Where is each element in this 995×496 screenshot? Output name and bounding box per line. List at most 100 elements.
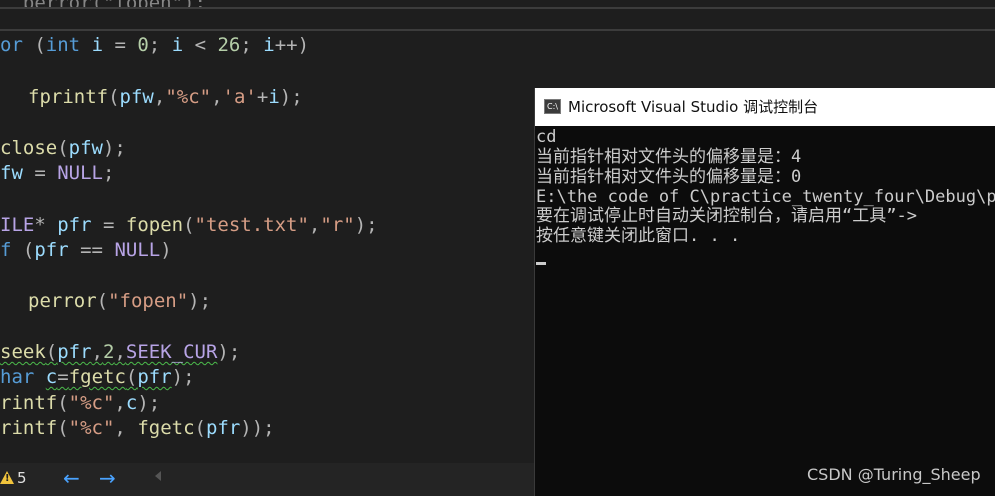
code-token: ; [148, 34, 172, 56]
code-token: ILE [0, 214, 35, 236]
warning-count[interactable]: 5 [17, 469, 27, 487]
code-line-9[interactable]: har c=fgetc(pfr); [0, 366, 195, 388]
code-token: == [68, 239, 115, 261]
code-token: pfr [34, 239, 69, 261]
code-token: i [91, 34, 104, 56]
code-token: < [183, 34, 218, 56]
code-token: "test.txt" [194, 214, 309, 236]
code-token: fw [0, 162, 23, 184]
code-token: ); [354, 214, 378, 236]
code-token: close [0, 137, 58, 159]
code-token: or [0, 34, 23, 56]
code-line-3[interactable]: close(pfw); [0, 137, 126, 159]
code-token: ; [102, 162, 115, 184]
code-token: ( [194, 417, 206, 439]
code-token: = [103, 34, 138, 56]
code-token: ); [217, 341, 241, 363]
code-token: perror [28, 290, 97, 312]
console-output-line-6: 按任意键关闭此窗口. . . [536, 226, 741, 246]
code-token: NULL [114, 239, 161, 261]
code-token: NULL [57, 162, 103, 184]
code-token: ( [11, 239, 35, 261]
code-token: f [0, 239, 12, 261]
code-line-5[interactable]: ILE* pfr = fopen("test.txt","r"); [0, 214, 378, 236]
code-token: ( [125, 366, 138, 388]
console-cursor [536, 262, 546, 265]
code-token: = [91, 214, 126, 236]
code-token: ( [57, 392, 69, 414]
code-line-4[interactable]: fw = NULL; [0, 162, 114, 184]
console-app-icon: C:\ [544, 99, 561, 114]
code-token: "fopen" [108, 290, 189, 312]
code-token: pfr [57, 214, 92, 236]
code-token: pfw [119, 86, 154, 108]
editor-separator [0, 29, 995, 31]
code-token: ( [57, 137, 69, 159]
code-line-8[interactable]: seek(pfr,2,SEEK_CUR); [0, 341, 240, 363]
code-line-2[interactable]: fprintf(pfw,"%c",'a'+i); [28, 86, 303, 108]
code-token: seek [0, 341, 46, 363]
code-token: SEEK_CUR [125, 341, 218, 363]
code-line-10[interactable]: rintf("%c",c); [0, 392, 160, 414]
code-token: "r" [320, 214, 355, 236]
code-token: , [114, 417, 138, 439]
code-token: c [45, 366, 58, 388]
code-token: , [153, 86, 166, 108]
code-line-6[interactable]: f (pfr == NULL) [0, 239, 172, 261]
code-line-11[interactable]: rintf("%c", fgetc(pfr)); [0, 417, 275, 439]
code-token: 0 [137, 34, 149, 56]
console-output-line-4: E:\the code of C\practice_twenty_four\De… [536, 187, 995, 207]
code-token: , [114, 341, 126, 363]
code-token: c [125, 392, 138, 414]
code-token: ); [171, 366, 195, 388]
warning-icon[interactable] [0, 471, 14, 484]
code-token: ) [160, 239, 172, 261]
code-token: pfr [57, 341, 92, 363]
code-token: , [308, 214, 321, 236]
code-line-1[interactable]: or (int i = 0; i < 26; i++) [0, 34, 309, 56]
code-token: , [91, 341, 103, 363]
watermark: CSDN @Turing_Sheep [807, 465, 981, 484]
code-token: "%c" [68, 417, 115, 439]
console-output-line-1: cd [536, 127, 557, 147]
console-output-line-2: 当前指针相对文件头的偏移量是：4 [536, 147, 802, 167]
code-token: ); [102, 137, 126, 159]
code-token: fgetc [68, 366, 126, 388]
code-token: "%c" [68, 392, 115, 414]
scroll-left-caret-icon[interactable] [155, 471, 161, 481]
code-token: )); [240, 417, 275, 439]
back-arrow-icon[interactable]: ← [63, 466, 80, 490]
code-token: ++) [274, 34, 310, 56]
code-token: 26 [217, 34, 241, 56]
forward-arrow-icon[interactable]: → [99, 466, 116, 490]
code-token: ( [45, 341, 58, 363]
editor-separator-top [0, 7, 995, 9]
editor-status-bar: 5 ← → [0, 463, 534, 496]
code-token: ); [137, 392, 161, 414]
code-token: ; [240, 34, 264, 56]
code-token: * [34, 214, 58, 236]
code-token: ( [57, 417, 69, 439]
code-token: pfr [137, 366, 172, 388]
code-token: ( [183, 214, 195, 236]
console-title-bar[interactable]: C:\ Microsoft Visual Studio 调试控制台 [535, 88, 995, 126]
code-token: i [263, 34, 275, 56]
code-token: "%c" [165, 86, 212, 108]
code-token: + [256, 86, 269, 108]
console-output-line-3: 当前指针相对文件头的偏移量是：0 [536, 167, 802, 187]
code-token: ); [279, 86, 303, 108]
code-token: ( [108, 86, 120, 108]
code-token: int [45, 34, 81, 56]
debug-console-window[interactable]: C:\ Microsoft Visual Studio 调试控制台 cd 当前指… [534, 88, 995, 496]
code-token: i [268, 86, 280, 108]
code-token: = [57, 366, 69, 388]
code-token: = [22, 162, 58, 184]
code-token: fopen [125, 214, 184, 236]
code-token: ); [188, 290, 212, 312]
code-token: fprintf [28, 86, 109, 108]
code-token: 'a' [222, 86, 257, 108]
code-token: i [171, 34, 184, 56]
console-title: Microsoft Visual Studio 调试控制台 [568, 98, 819, 116]
code-line-7[interactable]: perror("fopen"); [28, 290, 211, 312]
